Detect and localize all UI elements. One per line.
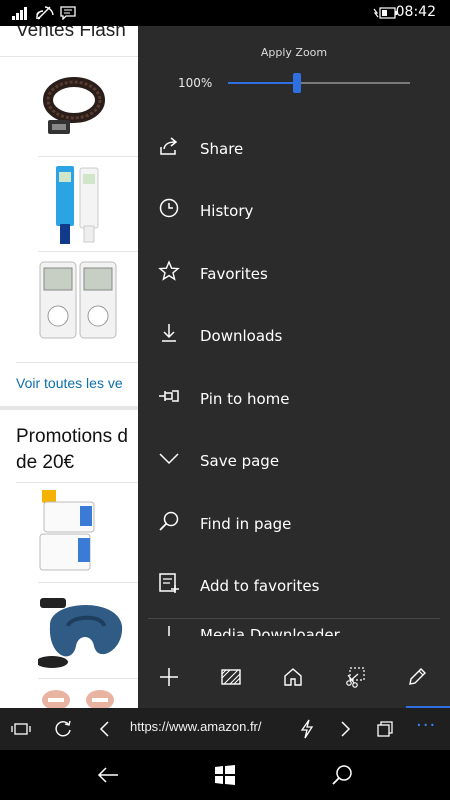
zoom-slider[interactable] <box>228 73 410 93</box>
product-image-partial[interactable] <box>38 684 118 708</box>
menu-item-find-in-page[interactable]: Find in page <box>138 496 450 552</box>
download-icon <box>158 322 180 344</box>
menu-item-label: Save page <box>200 452 280 470</box>
search-icon[interactable] <box>330 763 354 787</box>
flash-sales-title: Ventes Flash <box>16 26 126 41</box>
divider <box>38 582 138 583</box>
wifi-icon <box>36 4 54 22</box>
menu-item-save-page[interactable]: Save page <box>138 433 450 489</box>
signal-strength-icon <box>12 4 30 22</box>
product-image-water-testers[interactable] <box>38 164 108 250</box>
menu-bottom-toolbar <box>138 658 450 698</box>
see-all-link[interactable]: Voir toutes les ve <box>16 375 123 391</box>
zoom-slider-thumb[interactable] <box>293 73 302 93</box>
promotions-title: Promotions d de 20€ <box>16 424 146 476</box>
star-icon <box>158 260 180 282</box>
browser-address-bar: https://www.amazon.fr/ ··· <box>0 708 450 750</box>
menu-item-label: Downloads <box>200 327 283 345</box>
back-icon[interactable] <box>94 718 116 740</box>
plus-icon[interactable] <box>158 666 180 688</box>
product-image-timer-plugs[interactable] <box>38 258 118 346</box>
windows-logo-icon[interactable] <box>213 763 237 787</box>
zoom-label: Apply Zoom <box>260 46 328 59</box>
menu-item-label: Share <box>200 140 244 158</box>
pin-icon <box>158 385 180 407</box>
promotions-title-line: Promotions d <box>16 426 128 447</box>
clock-icon <box>158 197 180 219</box>
media-download-icon <box>158 624 180 636</box>
chevron-down-icon <box>158 447 180 469</box>
magnifier-icon <box>158 510 180 532</box>
product-image-bracelet[interactable] <box>38 66 108 150</box>
refresh-icon[interactable] <box>52 718 74 740</box>
url-field[interactable]: https://www.amazon.fr/ <box>130 719 262 734</box>
lightning-icon[interactable] <box>296 718 318 740</box>
divider <box>38 251 138 252</box>
forward-icon[interactable] <box>334 718 356 740</box>
zoom-value: 100% <box>178 76 213 90</box>
product-image-neck-pillow[interactable] <box>36 586 128 676</box>
menu-separator <box>148 618 440 619</box>
divider <box>16 482 138 483</box>
message-notification-icon <box>60 4 76 22</box>
status-bar: 08:42 <box>0 0 450 26</box>
add-favorite-icon <box>158 572 180 594</box>
hatched-tab-icon[interactable] <box>220 666 242 688</box>
share-icon <box>158 135 180 157</box>
menu-item-label: Pin to home <box>200 390 290 408</box>
status-clock: 08:42 <box>395 4 436 20</box>
windows-icon[interactable] <box>374 718 396 740</box>
menu-item-share[interactable]: Share <box>138 121 450 177</box>
menu-item-label: Add to favorites <box>200 577 320 595</box>
browser-menu-panel: Apply Zoom 100% Share History Favorites … <box>138 26 450 708</box>
battery-charging-icon <box>372 4 398 22</box>
screenshot-icon[interactable] <box>344 666 366 688</box>
menu-item-label: Media Downloader <box>200 626 340 636</box>
divider <box>38 678 138 679</box>
menu-item-history[interactable]: History <box>138 183 450 239</box>
menu-item-media-downloader[interactable]: Media Downloader <box>138 620 450 636</box>
divider <box>16 362 138 363</box>
tabs-icon[interactable] <box>10 718 32 740</box>
zoom-slider-fill <box>228 82 298 84</box>
product-image-usb-chargers[interactable] <box>38 488 122 582</box>
divider <box>38 156 138 157</box>
menu-item-label: Favorites <box>200 265 268 283</box>
menu-item-label: History <box>200 202 254 220</box>
home-icon[interactable] <box>282 666 304 688</box>
menu-item-add-to-favorites[interactable]: Add to favorites <box>138 558 450 614</box>
menu-item-label: Find in page <box>200 515 292 533</box>
menu-item-downloads[interactable]: Downloads <box>138 308 450 364</box>
promotions-title-line: de 20€ <box>16 452 75 473</box>
back-arrow-icon[interactable] <box>96 763 120 787</box>
more-menu-button[interactable]: ··· <box>416 716 446 736</box>
menu-item-pin-to-home[interactable]: Pin to home <box>138 371 450 427</box>
pencil-icon[interactable] <box>406 666 428 688</box>
menu-item-favorites[interactable]: Favorites <box>138 246 450 302</box>
system-navigation-bar <box>0 750 450 800</box>
